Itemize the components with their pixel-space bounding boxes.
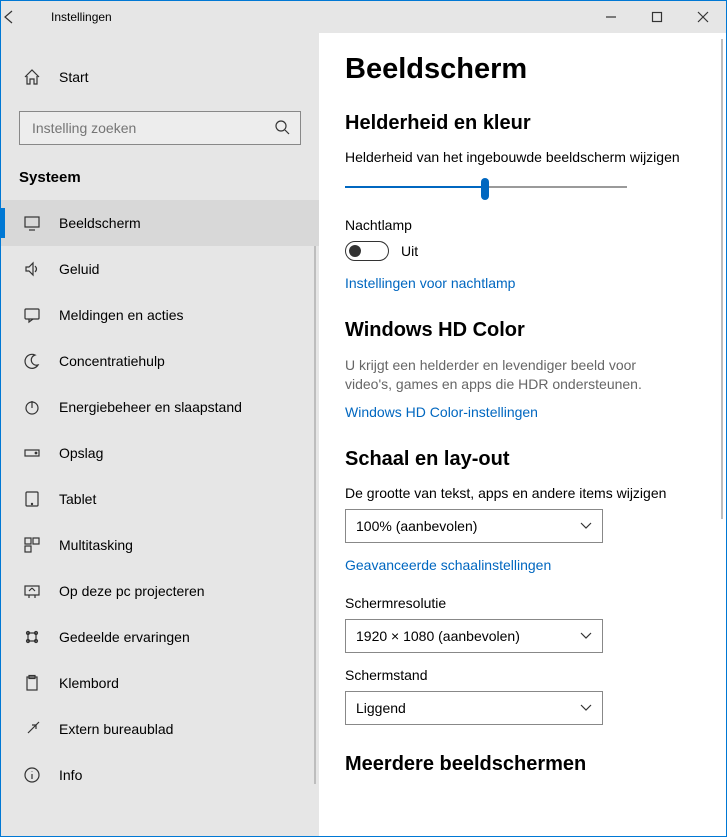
maximize-button[interactable] [634,1,680,33]
chevron-down-icon [580,630,592,642]
monitor-icon [23,214,41,232]
project-icon [23,582,41,600]
clipboard-icon [23,674,41,692]
remote-icon [23,720,41,738]
page-title: Beeldscherm [345,53,685,86]
sidebar-item-label: Geluid [59,261,99,277]
search-input[interactable] [30,112,274,144]
resolution-label: Schermresolutie [345,595,685,611]
power-icon [23,398,41,416]
home-link[interactable]: Start [1,57,319,97]
home-icon [23,68,41,86]
scale-dropdown[interactable]: 100% (aanbevolen) [345,509,603,543]
close-button[interactable] [680,1,726,33]
sidebar-item-label: Concentratiehulp [59,353,165,369]
sidebar-item-9[interactable]: Gedeelde ervaringen [1,614,319,660]
orientation-dropdown[interactable]: Liggend [345,691,603,725]
multitask-icon [23,536,41,554]
search-box[interactable] [19,111,301,145]
sidebar-item-4[interactable]: Energiebeheer en slaapstand [1,384,319,430]
sidebar: Start Systeem Beeldscherm Geluid Meldingen… [1,33,319,836]
sidebar-item-label: Op deze pc projecteren [59,583,205,599]
sidebar-item-label: Energiebeheer en slaapstand [59,399,242,415]
hdcolor-heading: Windows HD Color [345,319,685,342]
nightlight-state: Uit [401,243,418,259]
sidebar-item-6[interactable]: Tablet [1,476,319,522]
content-scrollbar[interactable] [721,39,723,519]
sidebar-item-10[interactable]: Klembord [1,660,319,706]
sidebar-item-label: Beeldscherm [59,215,141,231]
sidebar-item-1[interactable]: Geluid [1,246,319,292]
sidebar-item-label: Klembord [59,675,119,691]
tablet-icon [23,490,41,508]
hdcolor-link[interactable]: Windows HD Color-instellingen [345,404,685,420]
sidebar-item-label: Tablet [59,491,96,507]
search-icon [274,119,290,138]
nightlight-label: Nachtlamp [345,217,685,233]
sidebar-item-12[interactable]: Info [1,752,319,798]
scale-heading: Schaal en lay-out [345,448,685,471]
multi-heading: Meerdere beeldschermen [345,753,685,776]
section-header: Systeem [1,163,319,200]
chevron-down-icon [580,702,592,714]
sidebar-item-label: Gedeelde ervaringen [59,629,190,645]
nightlight-toggle[interactable] [345,241,389,261]
brightness-slider[interactable] [345,173,627,201]
chevron-down-icon [580,520,592,532]
nav-list: Beeldscherm Geluid Meldingen en acties Conc… [1,200,319,836]
scale-label: De grootte van tekst, apps en andere ite… [345,485,685,501]
back-button[interactable] [1,9,47,25]
moon-icon [23,352,41,370]
nightlight-settings-link[interactable]: Instellingen voor nachtlamp [345,275,685,291]
sidebar-item-label: Extern bureaublad [59,721,173,737]
sidebar-item-label: Meldingen en acties [59,307,184,323]
window-title: Instellingen [47,10,112,24]
content-pane: Beeldscherm Helderheid en kleur Helderhe… [319,33,726,836]
resolution-value: 1920 × 1080 (aanbevolen) [356,628,520,644]
brightness-label: Helderheid van het ingebouwde beeldscher… [345,149,685,165]
share-icon [23,628,41,646]
sidebar-item-label: Info [59,767,82,783]
sidebar-item-7[interactable]: Multitasking [1,522,319,568]
orientation-label: Schermstand [345,667,685,683]
info-icon [23,766,41,784]
scale-value: 100% (aanbevolen) [356,518,477,534]
sound-icon [23,260,41,278]
titlebar: Instellingen [1,1,726,33]
minimize-button[interactable] [588,1,634,33]
advanced-scale-link[interactable]: Geavanceerde schaalinstellingen [345,557,685,573]
sidebar-item-3[interactable]: Concentratiehulp [1,338,319,384]
sidebar-item-11[interactable]: Extern bureaublad [1,706,319,752]
orientation-value: Liggend [356,700,406,716]
sidebar-item-label: Multitasking [59,537,133,553]
sidebar-item-8[interactable]: Op deze pc projecteren [1,568,319,614]
sidebar-item-label: Opslag [59,445,103,461]
resolution-dropdown[interactable]: 1920 × 1080 (aanbevolen) [345,619,603,653]
storage-icon [23,444,41,462]
sidebar-item-5[interactable]: Opslag [1,430,319,476]
home-label: Start [59,69,89,85]
hdcolor-desc: U krijgt een helderder en levendiger bee… [345,356,685,394]
sidebar-item-0[interactable]: Beeldscherm [1,200,319,246]
brightness-heading: Helderheid en kleur [345,112,685,135]
chat-icon [23,306,41,324]
sidebar-item-2[interactable]: Meldingen en acties [1,292,319,338]
